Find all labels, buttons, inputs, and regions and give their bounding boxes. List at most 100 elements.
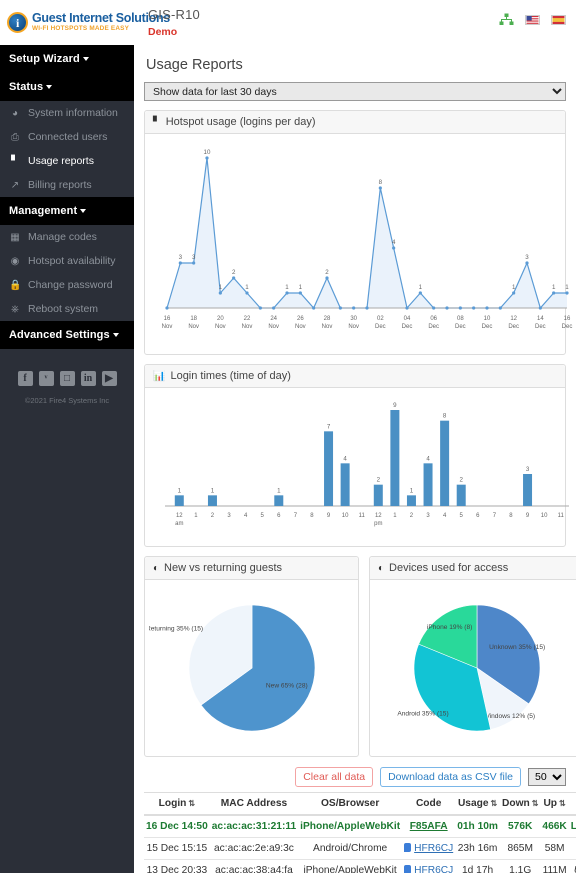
cell-code[interactable]: HFR6CJ [402,859,456,873]
cell-os-browser-text: iPhone/AppleWebKit [300,821,401,832]
svg-text:7: 7 [294,513,298,519]
column-header-mac-address[interactable]: MAC Address [209,792,299,816]
login-times-title: Login times (time of day) [170,370,291,382]
sidebar-group-management[interactable]: Management [0,197,134,225]
column-header-down[interactable]: Down ⇅ [499,792,541,816]
cell-up-text: 58M [544,843,565,854]
svg-text:Dec: Dec [508,324,519,330]
login-times-chart[interactable]: 112am112 3 4 516 7 879410 11212pm9112438425 6 7 8… [149,394,576,544]
sort-icon[interactable]: ⇅ [188,799,195,808]
devices-header: ◐ Devices used for access [370,557,576,580]
sort-icon[interactable]: ⇅ [491,799,498,808]
cell-usage: 1d 17h [455,859,500,873]
svg-text:10: 10 [484,316,491,322]
ticket-icon: ▦ [10,231,20,243]
svg-text:Nov: Nov [188,324,199,330]
svg-text:8: 8 [379,179,383,186]
sidebar-item-system-information[interactable]: ◕ System information [0,101,134,125]
sidebar-group-label: Status [9,81,44,93]
social-links: f ᵛ □ in ▶ [0,349,134,396]
table-row[interactable]: 15 Dec 15:15 ac:ac:ac:2e:a9:3c Android/Chr… [144,837,576,860]
download-csv-button[interactable]: Download data as CSV file [380,767,521,787]
svg-text:28: 28 [324,316,331,322]
svg-text:02: 02 [377,316,384,322]
sidebar-item-label: System information [28,107,118,119]
sidebar-group-status[interactable]: Status [0,73,134,101]
svg-text:16: 16 [564,316,571,322]
svg-text:7: 7 [327,423,331,430]
code-link[interactable]: F85AFA [410,821,448,832]
sidebar-group-advanced-settings[interactable]: Advanced Settings [0,321,134,349]
sidebar-group-label: Advanced Settings [9,329,110,341]
cell-down: 576K [499,815,541,838]
hotspot-usage-chart[interactable]: 3 310121 1 12841 131 116Nov18Nov20Nov22Nov24N… [149,140,576,352]
new-vs-returning-chart[interactable]: New 65% (28) Returning 35% (15) [149,586,354,754]
sidebar-item-change-password[interactable]: 🔒 Change password [0,273,134,297]
login-times-card: 📊 Login times (time of day) 1 12 am 1 1 2 3 4 5 1… [144,364,569,547]
clear-all-data-button[interactable]: Clear all data [295,767,374,787]
column-header-os-browser[interactable]: OS/Browser [298,792,403,816]
col-label: Down [501,798,530,809]
svg-text:Nov: Nov [348,324,359,330]
table-row[interactable]: 16 Dec 14:50 ac:ac:ac:31:21:11 iPhone/Appl… [144,815,576,838]
chevron-down-icon [112,333,119,338]
sort-icon[interactable]: ⇅ [532,799,539,808]
rows-per-page-select[interactable]: 50 [528,768,566,786]
svg-text:1: 1 [419,284,423,291]
svg-text:1: 1 [299,284,303,291]
sidebar-item-connected-users[interactable]: ⎙ Connected users [0,125,134,149]
svg-text:2: 2 [325,269,329,276]
svg-text:2: 2 [211,513,215,519]
date-range-select[interactable]: Show data for last 30 days [144,82,566,101]
hotspot-usage-header: ▘ Hotspot usage (logins per day) [145,111,565,134]
cell-down-text: 865M [507,843,533,854]
code-pin-icon [404,843,412,852]
code-link[interactable]: HFR6CJ [414,843,453,854]
copyright-text: ©2021 Fire4 Systems Inc [24,396,110,405]
flag-es-icon[interactable] [551,14,566,25]
sidebar-item-billing-reports[interactable]: ↗ Billing reports [0,173,134,197]
devices-chart[interactable]: Unknown 35% (15) Windows 12% (5) Android 3… [374,586,576,754]
facebook-icon[interactable]: f [17,371,33,386]
cell-up-text: 466K [542,821,567,832]
svg-text:2: 2 [410,513,414,519]
table-row[interactable]: 13 Dec 20:33 ac:ac:ac:38:a4:fa iPhone/Appl… [144,859,576,873]
svg-text:3: 3 [526,466,530,473]
sidebar-group-setup-wizard[interactable]: Setup Wizard [0,45,134,73]
svg-text:04: 04 [404,316,411,322]
col-label: Usage [457,798,489,809]
svg-text:Dec: Dec [428,324,439,330]
instagram-icon[interactable]: □ [59,371,75,386]
cell-login: 15 Dec 15:15 [144,837,210,860]
svg-text:Nov: Nov [162,324,173,330]
svg-text:3: 3 [179,254,183,261]
network-icon[interactable] [499,13,514,26]
sidebar-item-hotspot-availability[interactable]: ◉ Hotspot availability [0,249,134,273]
youtube-icon[interactable]: ▶ [101,371,117,386]
column-header-up[interactable]: Up ⇅ [540,792,569,816]
twitter-icon[interactable]: ᵛ [38,371,54,386]
svg-text:7: 7 [493,513,497,519]
cell-code[interactable]: HFR6CJ [402,837,456,860]
column-header-login[interactable]: Login ⇅ [144,792,210,816]
power-icon: ⎈ [11,303,19,315]
code-link[interactable]: HFR6CJ [414,865,453,873]
monitor-icon: ⎙ [11,131,19,143]
flag-us-icon[interactable] [525,14,540,25]
svg-text:Unknown 35% (15): Unknown 35% (15) [489,644,545,651]
column-header-code[interactable]: Code [402,792,456,816]
linkedin-icon[interactable]: in [80,371,96,386]
login-times-body: 1 12 am 1 1 2 3 4 5 1 6 7 8 7 9 4 10 11 2 12 pm 9 1 1 2 4 3 8 4 2 5 6 7 8… [145,388,569,546]
sidebar-item-reboot-system[interactable]: ⎈ Reboot system [0,297,134,321]
sidebar-item-manage-codes[interactable]: ▦ Manage codes [0,225,134,249]
brand-logo[interactable]: Guest Internet Solutions WI-FI HOTSPOTS … [0,11,170,33]
column-header-usage[interactable]: Usage ⇅ [455,792,500,816]
sidebar-item-usage-reports[interactable]: ▘ Usage reports [0,149,134,173]
sort-icon[interactable]: ⇅ [559,799,566,808]
col-label: MAC Address [220,798,288,809]
column-header-logout[interactable]: Logout [568,792,576,816]
svg-text:10: 10 [342,513,349,519]
cell-usage-text: 1d 17h [462,865,494,873]
cell-code[interactable]: F85AFA [402,815,456,838]
svg-text:26: 26 [297,316,304,322]
